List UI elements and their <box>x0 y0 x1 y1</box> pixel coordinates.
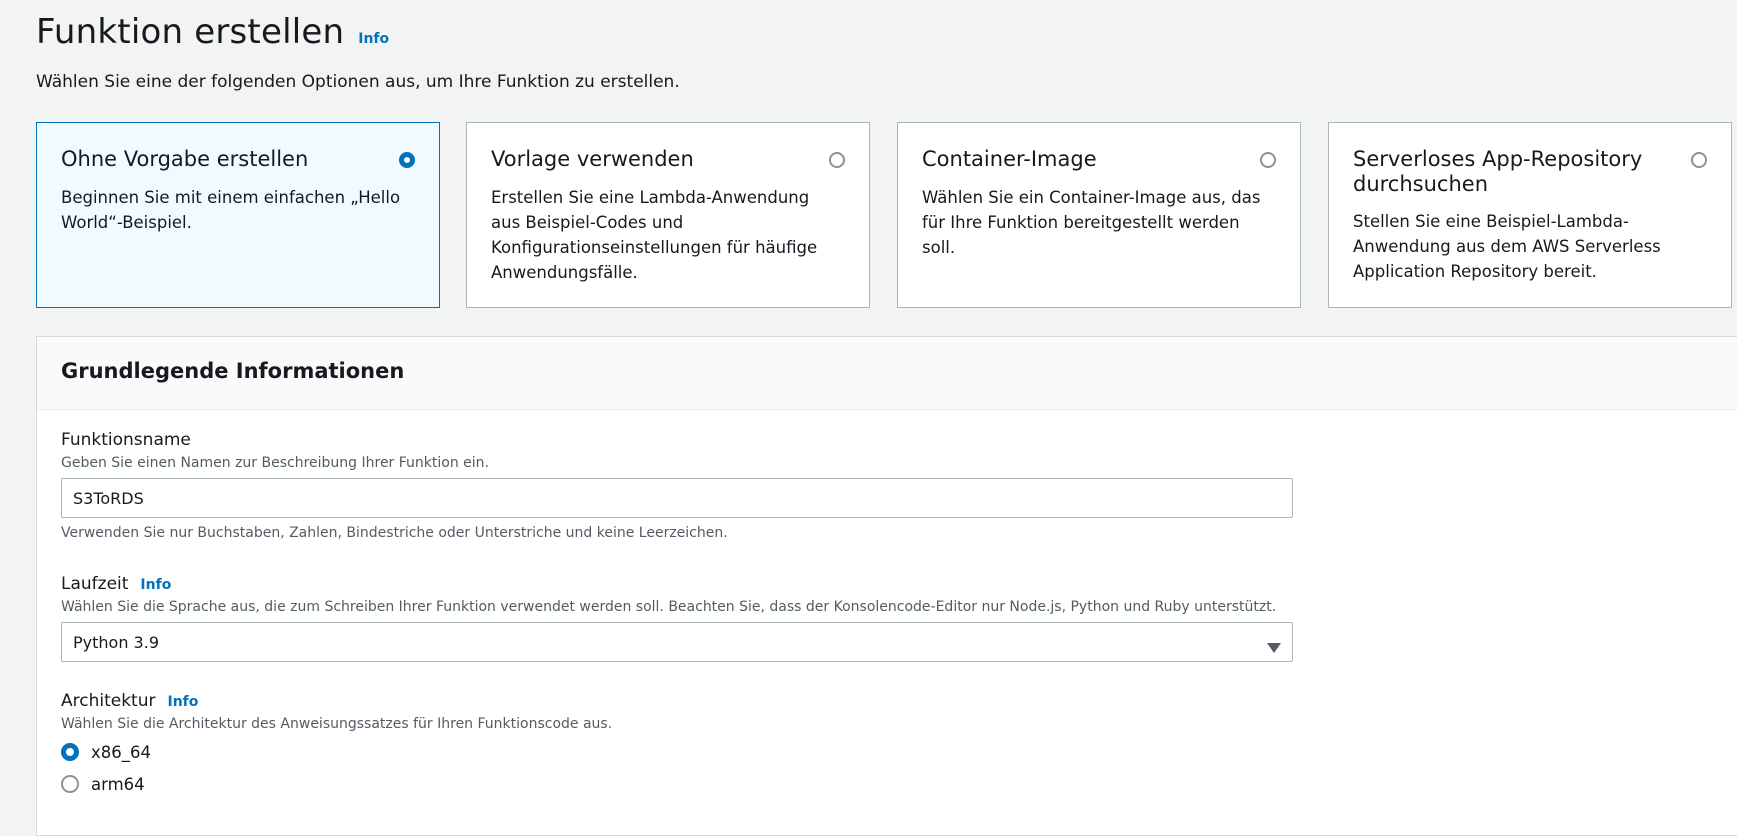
option-title: Serverloses App-Repository durchsuchen <box>1353 147 1643 196</box>
architecture-option-label: x86_64 <box>91 742 152 762</box>
page-title: Funktion erstellen <box>36 12 345 52</box>
function-name-description: Geben Sie einen Namen zur Beschreibung I… <box>61 455 489 471</box>
architecture-option-arm64[interactable]: arm64 <box>61 768 612 800</box>
runtime-label-row: Laufzeit Info <box>61 574 1293 594</box>
runtime-label: Laufzeit <box>61 574 129 594</box>
page-subtitle: Wählen Sie eine der folgenden Optionen a… <box>36 72 680 92</box>
runtime-select[interactable]: Python 3.9 <box>61 622 1293 662</box>
option-description: Erstellen Sie eine Lambda-Anwendung aus … <box>491 188 818 282</box>
panel-heading: Grundlegende Informationen <box>61 359 405 383</box>
option-description: Stellen Sie eine Beispiel-Lambda-Anwendu… <box>1353 212 1661 281</box>
option-radio-selected-icon[interactable] <box>399 152 415 168</box>
architecture-info-link[interactable]: Info <box>168 694 199 710</box>
caret-down-icon[interactable] <box>1267 643 1281 653</box>
architecture-label-row: Architektur Info <box>61 691 612 711</box>
option-radio-icon[interactable] <box>1691 152 1707 168</box>
option-author-from-scratch[interactable]: Ohne Vorgabe erstellen Beginnen Sie mit … <box>36 122 440 308</box>
radio-selected-icon[interactable] <box>61 743 79 761</box>
runtime-info-link[interactable]: Info <box>140 577 171 593</box>
option-title: Vorlage verwenden <box>491 147 694 171</box>
radio-icon[interactable] <box>61 775 79 793</box>
architecture-label: Architektur <box>61 691 156 711</box>
option-radio-icon[interactable] <box>1260 152 1276 168</box>
page-header: Funktion erstellen Info <box>36 12 389 52</box>
option-browse-serverless-repo[interactable]: Serverloses App-Repository durchsuchen S… <box>1328 122 1732 308</box>
architecture-description: Wählen Sie die Architektur des Anweisung… <box>61 716 613 732</box>
function-name-constraint: Verwenden Sie nur Buchstaben, Zahlen, Bi… <box>61 525 728 541</box>
option-title: Ohne Vorgabe erstellen <box>61 147 309 171</box>
basic-information-panel: Grundlegende Informationen Funktionsname… <box>36 336 1737 836</box>
function-name-field: Funktionsname Geben Sie einen Namen zur … <box>61 430 1293 541</box>
panel-header: Grundlegende Informationen <box>37 337 1737 410</box>
runtime-field: Laufzeit Info Wählen Sie die Sprache aus… <box>61 574 1293 662</box>
runtime-select-value[interactable]: Python 3.9 <box>61 622 1293 662</box>
option-title: Container-Image <box>922 147 1097 171</box>
architecture-option-x86[interactable]: x86_64 <box>61 736 612 768</box>
option-description: Wählen Sie ein Container-Image aus, das … <box>922 188 1261 257</box>
architecture-radio-group: x86_64 arm64 <box>61 736 612 800</box>
architecture-field: Architektur Info Wählen Sie die Architek… <box>61 691 612 800</box>
function-name-input[interactable]: S3ToRDS <box>61 478 1293 518</box>
runtime-description: Wählen Sie die Sprache aus, die zum Schr… <box>61 599 1277 615</box>
option-container-image[interactable]: Container-Image Wählen Sie ein Container… <box>897 122 1301 308</box>
option-use-blueprint[interactable]: Vorlage verwenden Erstellen Sie eine Lam… <box>466 122 870 308</box>
option-radio-icon[interactable] <box>829 152 845 168</box>
function-name-label: Funktionsname <box>61 430 191 450</box>
architecture-option-label: arm64 <box>91 774 145 794</box>
option-description: Beginnen Sie mit einem einfachen „Hello … <box>61 188 401 232</box>
title-info-link[interactable]: Info <box>358 31 389 47</box>
